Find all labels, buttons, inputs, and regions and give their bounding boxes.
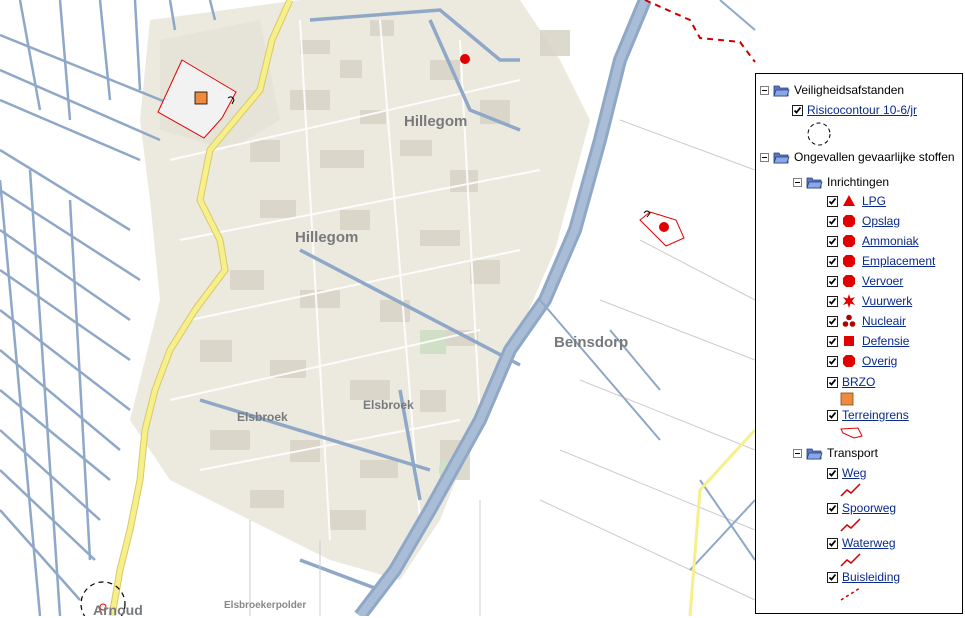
checkbox[interactable] [792, 104, 803, 116]
red-square-icon [844, 336, 854, 346]
place-label-hillegom: Hillegom [295, 229, 359, 246]
legend-subgroup-transport[interactable]: Transport [793, 444, 878, 462]
folder-icon [773, 151, 790, 164]
checkbox[interactable] [827, 355, 838, 367]
item-label[interactable]: LPG [862, 194, 886, 208]
item-label[interactable]: BRZO [842, 375, 875, 389]
item-label[interactable]: Vuurwerk [862, 294, 912, 308]
checkbox[interactable] [827, 502, 838, 514]
red-trefoil-icon [842, 314, 856, 327]
legend-panel: Veiligheidsafstanden Risicocontour 10-6/… [755, 73, 963, 614]
collapse-toggle[interactable] [793, 177, 802, 187]
checkbox[interactable] [827, 215, 838, 227]
hazard-point-east [659, 222, 669, 232]
red-octagon-icon [843, 235, 855, 247]
folder-icon [806, 447, 823, 460]
folder-icon [773, 84, 790, 97]
red-octagon-icon [843, 215, 855, 227]
legend-item-opslag[interactable]: Opslag [827, 212, 900, 230]
legend-item-terreingrens[interactable]: Terreingrens [827, 406, 909, 424]
checkbox[interactable] [827, 275, 838, 287]
red-triangle-icon [843, 195, 855, 206]
subgroup-label: Inrichtingen [827, 175, 890, 189]
place-label-elsbroek: Elsbroek [363, 398, 414, 412]
place-label-elsbroek: Elsbroek [237, 410, 288, 424]
legend-item-defensie[interactable]: Defensie [827, 332, 909, 350]
red-line-icon [840, 553, 861, 567]
legend-item-lpg[interactable]: LPG [827, 192, 886, 210]
dashed-circle-icon [807, 122, 831, 146]
legend-item-spoorweg[interactable]: Spoorweg [827, 499, 896, 517]
legend-group-veiligheidsafstanden[interactable]: Veiligheidsafstanden [760, 81, 904, 99]
checkbox[interactable] [827, 571, 838, 583]
item-label[interactable]: Spoorweg [842, 501, 896, 515]
legend-subgroup-inrichtingen[interactable]: Inrichtingen [793, 173, 889, 191]
legend-item-overig[interactable]: Overig [827, 352, 897, 370]
item-label[interactable]: Opslag [862, 214, 900, 228]
legend-item-brzo[interactable]: BRZO [827, 373, 875, 391]
red-outline-polygon-icon [840, 427, 863, 439]
place-label-beinsdorp: Beinsdorp [554, 334, 629, 351]
checkbox[interactable] [827, 195, 838, 207]
red-octagon-icon [843, 255, 855, 267]
red-line-icon [840, 483, 861, 497]
checkbox[interactable] [827, 376, 838, 388]
checkbox[interactable] [827, 409, 838, 421]
checkbox[interactable] [827, 235, 838, 247]
legend-item-vuurwerk[interactable]: Vuurwerk [827, 292, 912, 310]
red-burst-icon [843, 294, 855, 308]
item-label[interactable]: Waterweg [842, 536, 896, 550]
subgroup-label: Transport [827, 446, 878, 460]
collapse-toggle[interactable] [793, 448, 802, 458]
legend-item-waterweg[interactable]: Waterweg [827, 534, 896, 552]
item-label[interactable]: Defensie [862, 334, 909, 348]
checkbox[interactable] [827, 335, 838, 347]
checkbox[interactable] [827, 315, 838, 327]
collapse-toggle[interactable] [760, 85, 769, 95]
item-label[interactable]: Terreingrens [842, 408, 909, 422]
legend-item-risicocontour[interactable]: Risicocontour 10-6/jr [792, 101, 917, 119]
orange-square-icon [840, 392, 854, 406]
item-label[interactable]: Emplacement [862, 254, 935, 268]
hazard-point-north [460, 54, 470, 64]
legend-group-ongevallen[interactable]: Ongevallen gevaarlijke stoffen [760, 148, 955, 166]
checkbox[interactable] [827, 537, 838, 549]
red-octagon-icon [843, 275, 855, 287]
legend-item-weg[interactable]: Weg [827, 464, 866, 482]
red-line-icon [840, 518, 861, 532]
item-label[interactable]: Ammoniak [862, 234, 919, 248]
checkbox[interactable] [827, 255, 838, 267]
item-label[interactable]: Risicocontour 10-6/jr [807, 103, 917, 117]
folder-icon [806, 176, 823, 189]
item-label[interactable]: Nucleair [862, 314, 906, 328]
collapse-toggle[interactable] [760, 152, 769, 162]
checkbox[interactable] [827, 295, 838, 307]
legend-item-vervoer[interactable]: Vervoer [827, 272, 903, 290]
item-label[interactable]: Buisleiding [842, 570, 900, 584]
checkbox[interactable] [827, 467, 838, 479]
brzo-site-marker[interactable] [194, 91, 208, 105]
red-dashed-line-icon [840, 587, 861, 601]
group-label: Ongevallen gevaarlijke stoffen [794, 150, 955, 164]
legend-item-ammoniak[interactable]: Ammoniak [827, 232, 919, 250]
legend-item-buisleiding[interactable]: Buisleiding [827, 568, 900, 586]
item-label[interactable]: Vervoer [862, 274, 903, 288]
item-label[interactable]: Weg [842, 466, 866, 480]
legend-item-emplacement[interactable]: Emplacement [827, 252, 935, 270]
place-label-elsbroekerpolder: Elsbroekerpolder [224, 600, 307, 611]
legend-item-nucleair[interactable]: Nucleair [827, 312, 906, 330]
red-octagon-icon [843, 355, 855, 367]
group-label: Veiligheidsafstanden [794, 83, 905, 97]
item-label[interactable]: Overig [862, 354, 897, 368]
place-label-hillegom: Hillegom [404, 113, 468, 130]
